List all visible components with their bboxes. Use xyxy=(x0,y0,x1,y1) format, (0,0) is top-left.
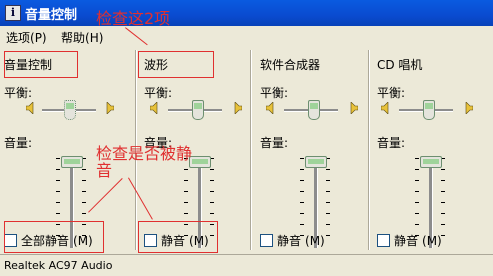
channel-title: 软件合成器 xyxy=(260,58,321,72)
volume-slider[interactable] xyxy=(189,156,211,168)
balance-slider[interactable] xyxy=(64,100,76,120)
mute-label: 静音 xyxy=(394,234,419,248)
annotation-box xyxy=(138,51,214,78)
annotation-box xyxy=(4,51,78,78)
balance-slider[interactable] xyxy=(308,100,320,120)
annotation-text: 检查是否被静音 xyxy=(96,144,193,180)
balance-label: 平衡: xyxy=(4,86,33,100)
speaker-right-icon xyxy=(350,102,358,114)
speaker-right-icon xyxy=(465,102,473,114)
info-app-icon: i xyxy=(5,5,21,21)
speaker-left-icon xyxy=(26,102,34,114)
status-device: Realtek AC97 Audio xyxy=(4,259,113,272)
speaker-left-icon xyxy=(150,102,158,114)
menu-help[interactable]: 帮助(H) xyxy=(61,29,103,46)
menu-help-accel: (H) xyxy=(85,31,104,45)
menu-options-label: 选项 xyxy=(6,31,31,45)
volume-slider[interactable] xyxy=(61,156,83,168)
status-bar: Realtek AC97 Audio xyxy=(0,254,493,276)
menu-options-accel: (P) xyxy=(30,31,47,45)
balance-label: 平衡: xyxy=(377,86,406,100)
annotation-box xyxy=(138,221,218,253)
annotation-text: 检查这2项 xyxy=(96,9,171,28)
channel-separator xyxy=(368,50,369,250)
window-title: 音量控制 xyxy=(25,8,78,23)
channel-synth: 软件合成器 平衡: 音量: 静音 (M) xyxy=(256,46,368,254)
speaker-right-icon xyxy=(234,102,242,114)
speaker-left-icon xyxy=(381,102,389,114)
volume-label: 音量: xyxy=(4,136,33,150)
mute-accel: (M) xyxy=(422,233,442,248)
menu-bar: 选项(P) 帮助(H) xyxy=(0,26,493,46)
mute-accel: (M) xyxy=(305,233,325,248)
channel-separator xyxy=(250,50,251,250)
balance-slider[interactable] xyxy=(423,100,435,120)
menu-help-label: 帮助 xyxy=(61,31,86,45)
volume-label: 音量: xyxy=(260,136,289,150)
speaker-left-icon xyxy=(266,102,274,114)
balance-label: 平衡: xyxy=(260,86,289,100)
menu-options[interactable]: 选项(P) xyxy=(6,29,47,46)
channel-title: CD 唱机 xyxy=(377,58,423,72)
volume-slider[interactable] xyxy=(305,156,327,168)
volume-slider[interactable] xyxy=(420,156,442,168)
volume-label: 音量: xyxy=(377,136,406,150)
title-bar[interactable]: i 音量控制 xyxy=(0,0,493,26)
speaker-right-icon xyxy=(106,102,114,114)
volume-ticks xyxy=(326,158,330,246)
mute-checkbox[interactable]: 静音 (M) xyxy=(377,232,442,249)
annotation-box xyxy=(4,221,104,253)
balance-slider[interactable] xyxy=(192,100,204,120)
balance-label: 平衡: xyxy=(144,86,173,100)
mute-checkbox[interactable]: 静音 (M) xyxy=(260,232,325,249)
checkbox-box[interactable] xyxy=(260,234,273,247)
channel-cd: CD 唱机 平衡: 音量: 静音 (M) xyxy=(373,46,491,254)
checkbox-box[interactable] xyxy=(377,234,390,247)
mute-label: 静音 xyxy=(277,234,302,248)
